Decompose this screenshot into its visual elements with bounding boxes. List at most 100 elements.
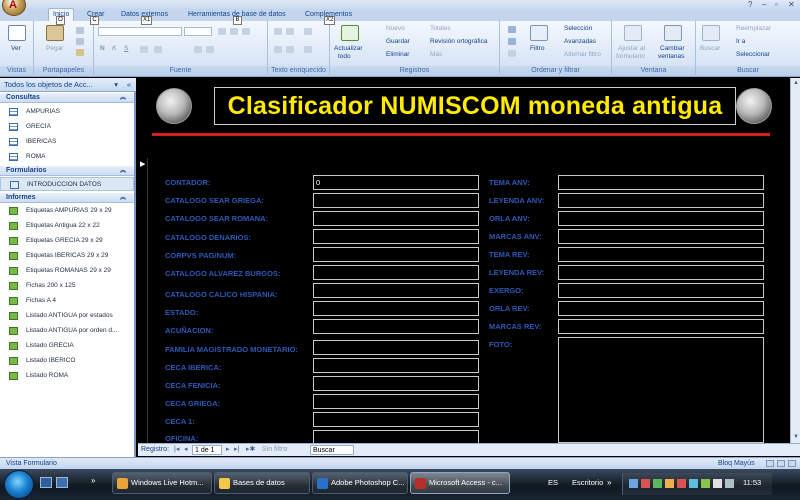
field-input[interactable] xyxy=(313,412,479,427)
nav-item-report[interactable]: Fichas 200 x 125 xyxy=(0,279,134,293)
scroll-up-icon[interactable]: ▲ xyxy=(792,79,800,88)
guardar-button[interactable]: Guardar xyxy=(386,38,410,46)
nav-item-report[interactable]: Etiquetas AMPURIAS 29 x 29 xyxy=(0,204,134,218)
ajustar-button-line2[interactable]: formulario xyxy=(616,53,645,61)
record-position-input[interactable]: 1 de 1 xyxy=(192,445,222,455)
clear-sort-icon[interactable] xyxy=(508,50,516,57)
increase-indent-icon[interactable] xyxy=(286,46,294,53)
chevron-down-icon[interactable]: ▾ xyxy=(114,78,118,92)
field-input[interactable] xyxy=(313,340,479,355)
new-record-icon[interactable]: ▸✱ xyxy=(246,444,255,456)
maximize-button[interactable]: ▫ xyxy=(775,0,778,9)
taskbar-button-access[interactable]: Microsoft Access - c... xyxy=(410,472,510,494)
nav-section-formularios[interactable]: Formularios ︽ xyxy=(0,166,134,176)
sort-desc-icon[interactable] xyxy=(508,38,516,45)
field-input[interactable] xyxy=(558,175,764,190)
field-input[interactable] xyxy=(558,211,764,226)
tray-icon[interactable] xyxy=(641,479,650,488)
nuevo-button[interactable]: Nuevo xyxy=(386,25,405,33)
volume-icon[interactable] xyxy=(713,479,722,488)
nav-item-ampurias[interactable]: AMPURIAS xyxy=(0,105,134,119)
totales-button[interactable]: Totales xyxy=(430,25,451,33)
record-search-input[interactable]: Buscar xyxy=(310,445,354,455)
cambiar-ventanas-button-line2[interactable]: ventanas xyxy=(658,53,684,61)
nav-item-report[interactable]: Etiquetas IBERICAS 29 x 29 xyxy=(0,249,134,263)
ver-button[interactable]: Ver xyxy=(11,45,21,53)
italic-button[interactable]: K xyxy=(112,45,116,53)
field-input[interactable] xyxy=(313,394,479,409)
minimize-button[interactable]: – xyxy=(762,0,766,9)
collapse-pane-icon[interactable]: « xyxy=(127,78,131,92)
field-input[interactable] xyxy=(313,376,479,391)
align-center-icon[interactable] xyxy=(230,28,238,35)
font-name-select[interactable] xyxy=(98,27,182,36)
seleccionar-button[interactable]: Seleccionar xyxy=(736,51,770,59)
scroll-down-icon[interactable]: ▼ xyxy=(792,433,800,442)
field-input[interactable] xyxy=(313,211,479,226)
design-view-icon[interactable] xyxy=(788,460,796,467)
nav-section-informes[interactable]: Informes ︽ xyxy=(0,193,134,203)
ir-a-button[interactable]: Ir a xyxy=(736,38,745,46)
nav-item-introduccion-datos[interactable]: INTRODUCCION DATOS xyxy=(0,177,134,191)
indent-icon[interactable] xyxy=(304,28,312,35)
taskbar-button-photoshop[interactable]: Adobe Photoshop C... xyxy=(312,472,408,494)
field-input[interactable] xyxy=(558,229,764,244)
field-input[interactable] xyxy=(558,283,764,298)
nav-item-report[interactable]: Listado ANTIGUA por orden d... xyxy=(0,324,134,338)
field-input[interactable] xyxy=(313,283,479,298)
sort-asc-icon[interactable] xyxy=(508,26,516,33)
taskbar-button-bases[interactable]: Bases de datos xyxy=(214,472,310,494)
no-filter-indicator[interactable]: Sin filtro xyxy=(262,444,287,456)
nav-item-grecia[interactable]: GRECIA xyxy=(0,120,134,134)
align-left-icon[interactable] xyxy=(218,28,226,35)
tray-icon[interactable] xyxy=(653,479,662,488)
mas-button[interactable]: Más xyxy=(430,51,442,59)
toolbar-overflow-icon[interactable]: » xyxy=(607,478,611,487)
language-indicator[interactable]: ES xyxy=(548,478,558,487)
reemplazar-button[interactable]: Reemplazar xyxy=(736,25,771,33)
nav-item-report[interactable]: Fichas A 4 xyxy=(0,294,134,308)
form-view-icon[interactable] xyxy=(766,460,774,467)
first-record-icon[interactable]: |◂ xyxy=(174,444,179,456)
clock[interactable]: 11:53 xyxy=(743,478,761,487)
field-input[interactable] xyxy=(558,247,764,262)
nav-item-report[interactable]: Etiquetas ROMANAS 29 x 29 xyxy=(0,264,134,278)
align-right-icon[interactable] xyxy=(242,28,250,35)
show-desktop-icon[interactable] xyxy=(40,477,52,488)
actualizar-button[interactable]: Actualizar xyxy=(334,45,363,53)
tray-icon[interactable] xyxy=(701,479,710,488)
field-input[interactable] xyxy=(558,193,764,208)
field-input[interactable] xyxy=(558,265,764,280)
vertical-scrollbar[interactable]: ▲ ▼ xyxy=(790,78,800,443)
field-input[interactable] xyxy=(313,247,479,262)
quicklaunch-overflow-icon[interactable]: » xyxy=(91,476,95,485)
layout-view-icon[interactable] xyxy=(777,460,785,467)
alt-fill-icon[interactable] xyxy=(206,46,214,53)
close-button[interactable]: ✕ xyxy=(788,0,795,9)
field-contador[interactable]: 0 xyxy=(313,175,479,190)
seleccion-button[interactable]: Selección xyxy=(564,25,592,33)
desktop-toolbar[interactable]: Escritorio xyxy=(572,478,603,487)
nav-item-roma[interactable]: ROMA xyxy=(0,150,134,164)
prev-record-icon[interactable]: ◂ xyxy=(184,444,188,456)
network-icon[interactable] xyxy=(725,479,734,488)
gridlines-icon[interactable] xyxy=(194,46,202,53)
photo-frame[interactable] xyxy=(558,337,764,443)
nav-item-report[interactable]: Etiquetas Antigua 22 x 22 xyxy=(0,219,134,233)
tray-icon[interactable] xyxy=(689,479,698,488)
bold-button[interactable]: N xyxy=(100,45,105,53)
nav-pane-header[interactable]: Todos los objetos de Acc... ▾ « xyxy=(0,78,136,92)
font-color-icon[interactable] xyxy=(140,46,148,53)
nav-item-report[interactable]: Listado GRECIA xyxy=(0,339,134,353)
direction-icon[interactable] xyxy=(304,46,312,53)
tray-icon[interactable] xyxy=(629,479,638,488)
field-input[interactable] xyxy=(313,265,479,280)
format-painter-icon[interactable] xyxy=(76,49,84,56)
actualizar-button-line2[interactable]: todo xyxy=(338,53,351,61)
field-input[interactable] xyxy=(313,319,479,334)
tray-icon[interactable] xyxy=(665,479,674,488)
fill-color-icon[interactable] xyxy=(154,46,162,53)
field-input[interactable] xyxy=(313,301,479,316)
font-size-select[interactable] xyxy=(184,27,212,36)
avanzadas-button[interactable]: Avanzadas xyxy=(564,38,596,46)
